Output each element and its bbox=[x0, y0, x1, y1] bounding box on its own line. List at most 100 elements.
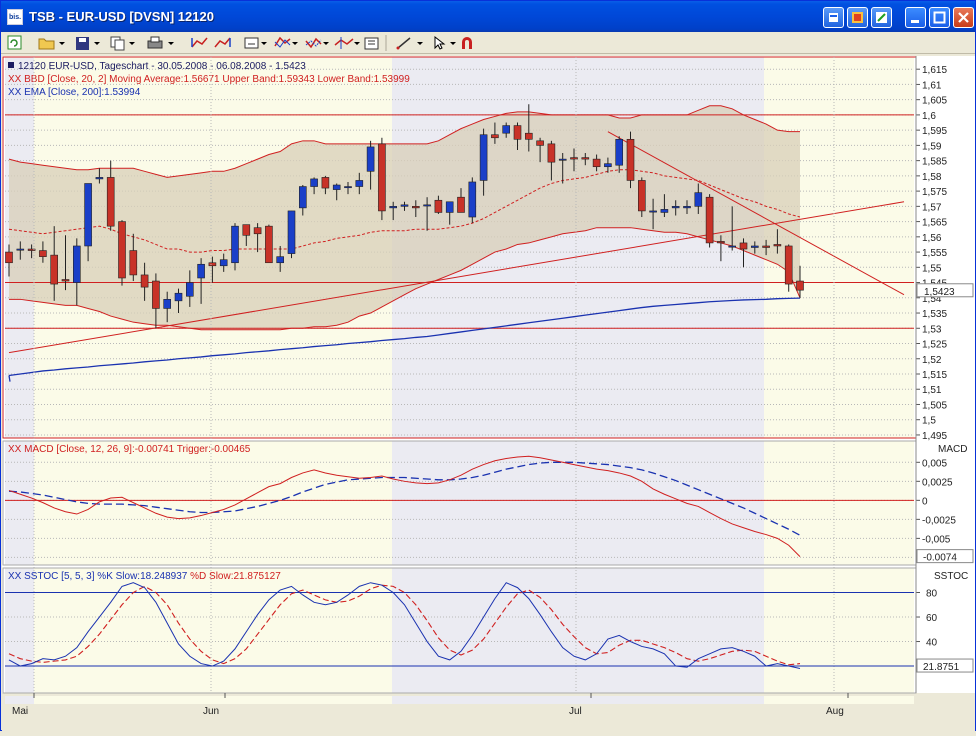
y-tick-label: 80 bbox=[926, 589, 938, 600]
candle-body bbox=[626, 138, 635, 181]
pointer-dropdown-icon[interactable] bbox=[450, 42, 456, 45]
x-axis-zone bbox=[5, 696, 34, 704]
chart-forward-icon[interactable] bbox=[214, 37, 231, 48]
y-tick-label: 1,6 bbox=[922, 111, 936, 122]
y-tick-label: 1,555 bbox=[922, 248, 947, 259]
maximize-button[interactable] bbox=[929, 7, 950, 28]
background-zone bbox=[5, 568, 34, 693]
candle-body bbox=[174, 292, 183, 302]
draw-line-dropdown-icon[interactable] bbox=[417, 42, 423, 45]
candle-body bbox=[705, 196, 714, 244]
candle[interactable] bbox=[626, 131, 635, 189]
candle-body bbox=[739, 242, 748, 250]
indicator-dropdown-icon[interactable] bbox=[292, 42, 298, 45]
print-dropdown-icon[interactable] bbox=[168, 42, 174, 45]
y-tick-label: 1,585 bbox=[922, 157, 947, 168]
stoch-last-label: 21.8751 bbox=[923, 662, 960, 673]
print-icon[interactable] bbox=[147, 36, 163, 49]
title-bar[interactable]: bis. TSB - EUR-USD [DVSN] 12120 bbox=[1, 1, 975, 32]
y-tick-label: 60 bbox=[926, 613, 938, 624]
candle-body bbox=[186, 282, 194, 297]
legend-entry: 12120 EUR-USD, Tageschart - 30.05.2008 -… bbox=[18, 61, 306, 72]
chart-workspace[interactable]: 1,615 1,61 1,605 1,6 1,595 1,59 1,585 1,58 1,575… bbox=[2, 56, 975, 731]
magnet-icon[interactable] bbox=[462, 37, 472, 49]
candle-body bbox=[118, 221, 126, 279]
chart-settings-icon[interactable] bbox=[847, 7, 868, 28]
legend-entry: XX BBD [Close, 20, 2] Moving Average:1.5… bbox=[8, 74, 410, 85]
candle-body bbox=[61, 279, 70, 282]
candle-body bbox=[558, 158, 567, 161]
copy-dropdown-icon[interactable] bbox=[129, 42, 135, 45]
candle[interactable] bbox=[705, 194, 714, 248]
candle-body bbox=[773, 244, 782, 247]
chart-back-icon[interactable] bbox=[191, 37, 208, 48]
pointer-icon[interactable] bbox=[434, 35, 446, 50]
y-tick-label: 1,58 bbox=[922, 172, 942, 183]
minimize-button[interactable] bbox=[905, 7, 926, 28]
legend-entry: XX EMA [Close, 200]:1.53994 bbox=[8, 87, 141, 98]
candle-body bbox=[50, 254, 59, 285]
crosshair-dropdown-icon[interactable] bbox=[354, 42, 360, 45]
candle-body bbox=[298, 186, 307, 209]
chart-svg[interactable]: 1,615 1,61 1,605 1,6 1,595 1,59 1,585 1,58 1,575… bbox=[2, 56, 975, 731]
background-zone bbox=[392, 441, 764, 565]
background-zone bbox=[34, 568, 392, 693]
candle[interactable] bbox=[118, 220, 126, 286]
candle-body bbox=[581, 157, 590, 160]
indicator-icon[interactable] bbox=[274, 36, 291, 48]
oscillator-icon[interactable] bbox=[305, 37, 322, 49]
candle[interactable] bbox=[265, 224, 273, 264]
refresh-icon[interactable] bbox=[7, 35, 22, 50]
tile-windows-icon[interactable] bbox=[823, 7, 844, 28]
candle-body bbox=[502, 125, 511, 134]
candle-body bbox=[16, 248, 25, 251]
chart-type-dropdown-icon[interactable] bbox=[261, 42, 267, 45]
candle[interactable] bbox=[287, 210, 296, 259]
copy-icon[interactable] bbox=[110, 36, 125, 51]
background-zone bbox=[764, 568, 914, 693]
window-title: TSB - EUR-USD [DVSN] 12120 bbox=[29, 9, 214, 24]
crosshair-icon[interactable] bbox=[334, 37, 354, 49]
edit-icon[interactable] bbox=[871, 7, 892, 28]
close-button[interactable] bbox=[953, 7, 974, 28]
oscillator-dropdown-icon[interactable] bbox=[323, 42, 329, 45]
macd-last-label: -0.0074 bbox=[923, 553, 957, 564]
candle-body bbox=[106, 177, 115, 227]
x-axis-label: Aug bbox=[826, 706, 844, 717]
open-folder-icon[interactable] bbox=[38, 38, 55, 50]
candle-body bbox=[491, 134, 499, 139]
candle-body bbox=[389, 206, 398, 209]
draw-line-icon[interactable] bbox=[396, 37, 411, 50]
y-tick-label: 1,52 bbox=[922, 355, 942, 366]
macd-legend: XX MACD [Close, 12, 26, 9]:-0.00741 Trig… bbox=[8, 444, 251, 455]
candle-body bbox=[683, 206, 691, 209]
candle-body bbox=[265, 225, 273, 264]
candle-body bbox=[434, 199, 443, 213]
candle-body bbox=[750, 245, 759, 248]
candle[interactable] bbox=[637, 177, 646, 218]
maximize-icon bbox=[933, 11, 946, 24]
open-dropdown-icon[interactable] bbox=[59, 42, 65, 45]
y-tick-label: 1,615 bbox=[922, 65, 947, 76]
save-dropdown-icon[interactable] bbox=[94, 42, 100, 45]
candle-body bbox=[231, 225, 239, 264]
candle-body bbox=[615, 138, 624, 166]
candle-body bbox=[637, 180, 646, 212]
save-icon[interactable] bbox=[76, 37, 89, 50]
chart-settings-icon-glyph bbox=[852, 12, 863, 23]
candle-body bbox=[717, 241, 725, 244]
candle-body bbox=[411, 206, 420, 209]
last-price-label: 1,5423 bbox=[924, 287, 955, 298]
properties-icon[interactable] bbox=[364, 37, 379, 50]
candle-body bbox=[84, 183, 92, 247]
y-tick-label: 40 bbox=[926, 638, 938, 649]
app-icon[interactable]: bis. bbox=[7, 9, 23, 25]
chart-type-icon[interactable] bbox=[244, 37, 259, 49]
candle[interactable] bbox=[378, 137, 386, 221]
x-axis-label: Mai bbox=[12, 706, 28, 717]
y-tick-label: 1,525 bbox=[922, 340, 947, 351]
y-tick-label: 1,575 bbox=[922, 187, 947, 198]
candle[interactable] bbox=[468, 177, 477, 224]
candle-body bbox=[95, 177, 104, 180]
series-marker bbox=[8, 62, 14, 68]
